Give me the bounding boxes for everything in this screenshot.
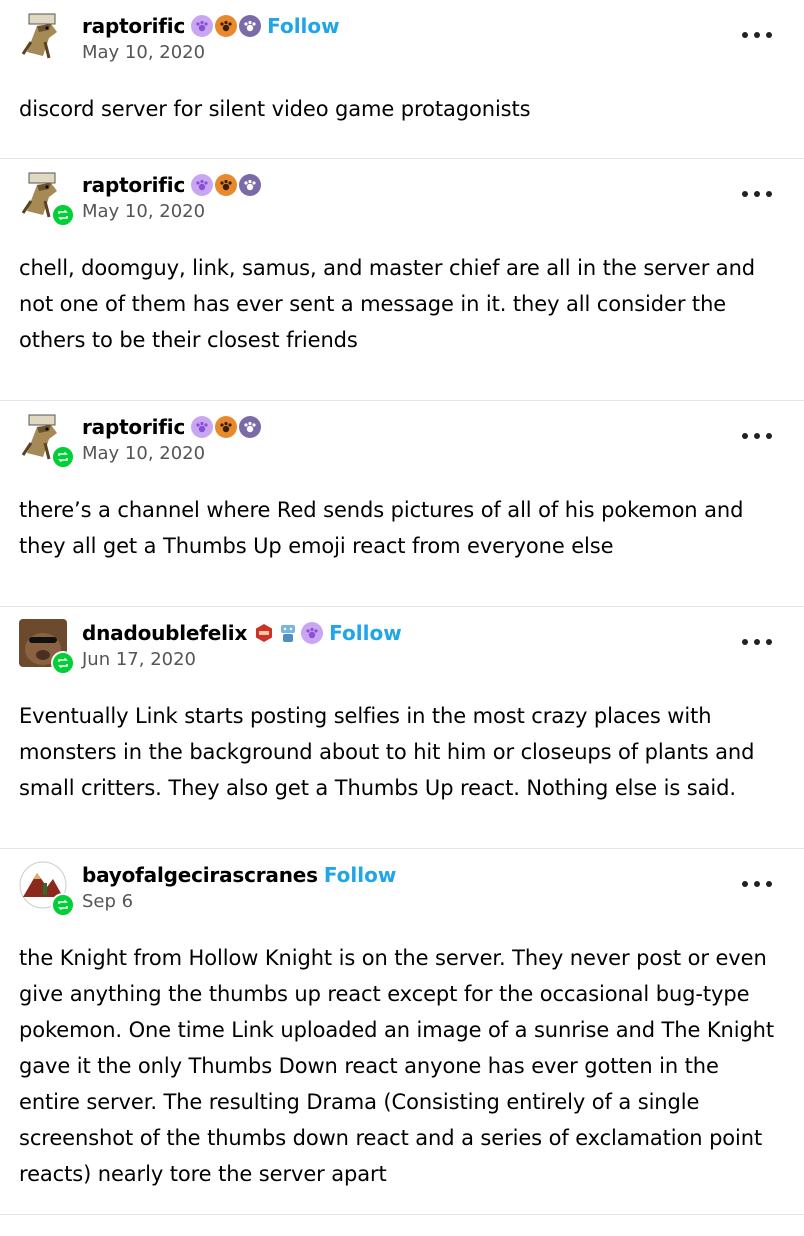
post-text: discord server for silent video game pro… — [19, 97, 531, 121]
avatar[interactable] — [19, 619, 75, 675]
reblog-icon — [51, 893, 75, 917]
username[interactable]: raptorific — [82, 14, 185, 38]
post-date[interactable]: Sep 6 — [82, 891, 133, 912]
post: dnadoublefelix Follow Jun 17, 2020 Event… — [0, 607, 804, 849]
paw-badge-icon[interactable] — [215, 15, 238, 37]
paw-badge-icon[interactable] — [239, 174, 262, 196]
paw-badge-icon[interactable] — [301, 622, 324, 644]
follow-button[interactable]: Follow — [267, 14, 340, 38]
post-header: bayofalgecirascranes Follow Sep 6 — [0, 849, 804, 921]
badges — [253, 622, 324, 644]
name-row: raptorific Follow — [82, 12, 340, 40]
username[interactable]: dnadoublefelix — [82, 621, 247, 645]
post-header: raptorific Follow May 10, 2020 — [0, 0, 804, 72]
robot-badge-icon[interactable] — [277, 622, 299, 644]
reblog-icon — [51, 445, 75, 469]
more-options-icon[interactable] — [742, 632, 772, 652]
post: raptorific Follow May 10, 2020 discord s… — [0, 0, 804, 159]
paw-badge-icon[interactable] — [215, 174, 238, 196]
avatar[interactable] — [19, 861, 75, 917]
post-text: Eventually Link starts posting selfies i… — [19, 704, 755, 800]
badges — [191, 174, 262, 196]
name-row: bayofalgecirascranes Follow — [82, 861, 396, 889]
reblog-icon — [51, 651, 75, 675]
paw-badge-icon[interactable] — [191, 416, 214, 438]
post: raptorific May 10, 2020 there’s a channe… — [0, 401, 804, 607]
badges — [191, 416, 262, 438]
post: raptorific May 10, 2020 chell, doomguy, … — [0, 159, 804, 401]
post-text: there’s a channel where Red sends pictur… — [19, 498, 744, 558]
username[interactable]: bayofalgecirascranes — [82, 863, 318, 887]
post-header: raptorific May 10, 2020 — [0, 401, 804, 473]
name-row: raptorific — [82, 413, 262, 441]
paw-badge-icon[interactable] — [239, 416, 262, 438]
more-options-icon[interactable] — [742, 874, 772, 894]
more-options-icon[interactable] — [742, 25, 772, 45]
post: bayofalgecirascranes Follow Sep 6 the Kn… — [0, 849, 804, 1215]
paw-badge-icon[interactable] — [239, 15, 262, 37]
paw-badge-icon[interactable] — [191, 174, 214, 196]
post-date[interactable]: May 10, 2020 — [82, 42, 205, 63]
more-options-icon[interactable] — [742, 184, 772, 204]
hexagon-badge-icon[interactable] — [253, 622, 275, 644]
avatar[interactable] — [19, 413, 75, 469]
reblog-icon — [51, 203, 75, 227]
post-date[interactable]: Jun 17, 2020 — [82, 649, 196, 670]
post-text: the Knight from Hollow Knight is on the … — [19, 946, 775, 1186]
post-date[interactable]: May 10, 2020 — [82, 443, 205, 464]
name-row: raptorific — [82, 171, 262, 199]
paw-badge-icon[interactable] — [191, 15, 214, 37]
badges — [191, 15, 262, 37]
follow-button[interactable]: Follow — [324, 863, 397, 887]
name-row: dnadoublefelix Follow — [82, 619, 402, 647]
username[interactable]: raptorific — [82, 415, 185, 439]
post-header: raptorific May 10, 2020 — [0, 159, 804, 231]
post-text: chell, doomguy, link, samus, and master … — [19, 256, 756, 352]
avatar[interactable] — [19, 171, 75, 227]
post-date[interactable]: May 10, 2020 — [82, 201, 205, 222]
more-options-icon[interactable] — [742, 426, 772, 446]
avatar[interactable] — [19, 12, 67, 60]
paw-badge-icon[interactable] — [215, 416, 238, 438]
username[interactable]: raptorific — [82, 173, 185, 197]
post-header: dnadoublefelix Follow Jun 17, 2020 — [0, 607, 804, 679]
follow-button[interactable]: Follow — [329, 621, 402, 645]
